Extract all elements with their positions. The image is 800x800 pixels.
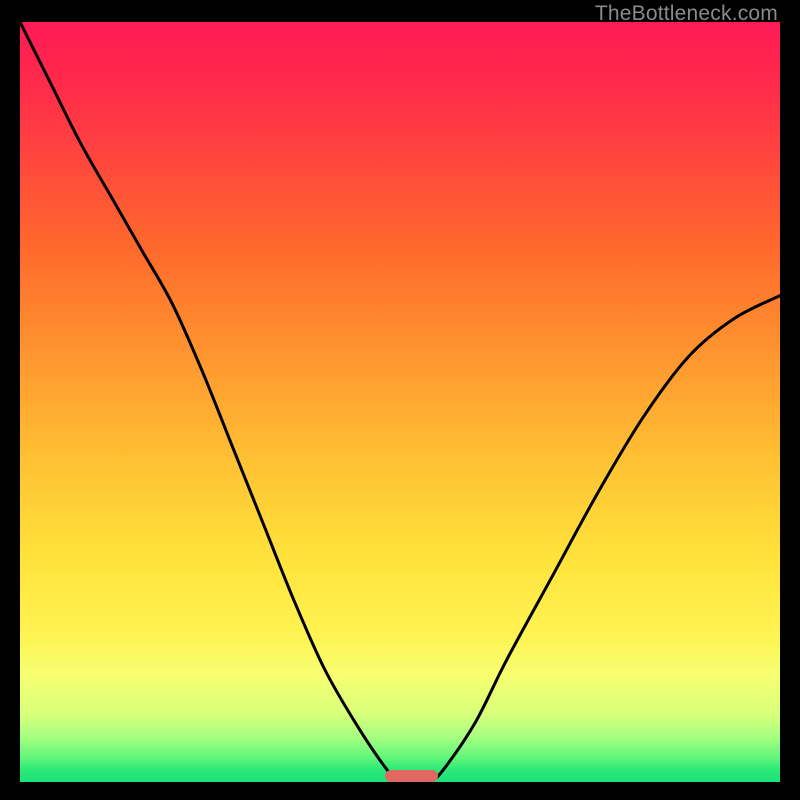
chart-frame: TheBottleneck.com (0, 0, 800, 800)
plot-area (20, 22, 780, 782)
bottleneck-curve (20, 22, 780, 782)
bottleneck-minimum-marker (385, 770, 438, 782)
